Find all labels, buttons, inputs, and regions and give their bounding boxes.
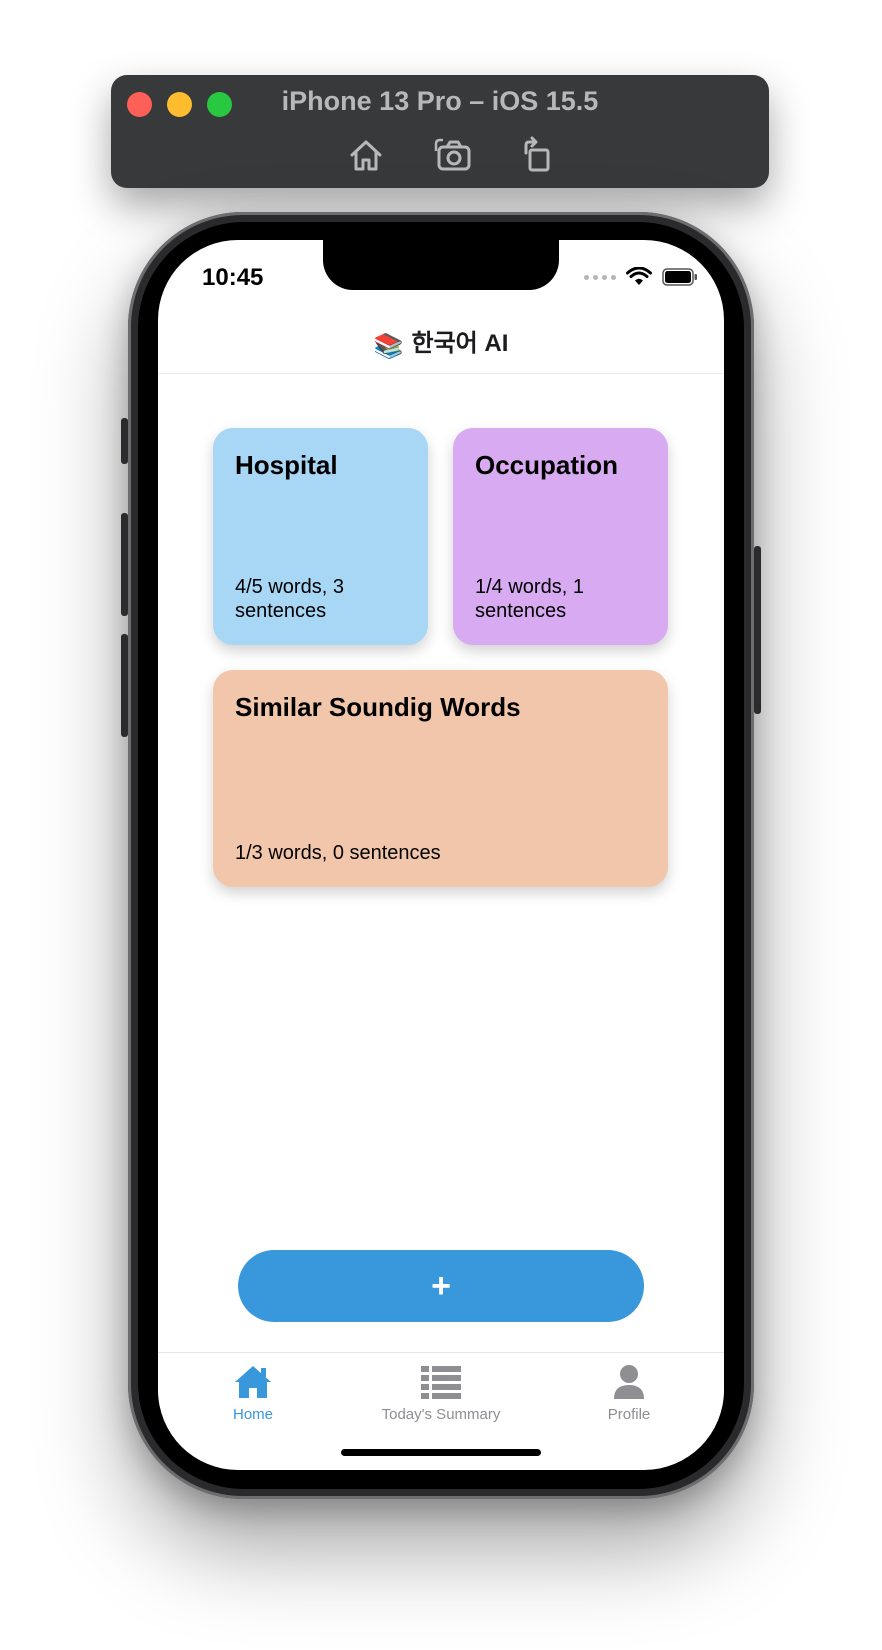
volume-up-button[interactable]	[121, 513, 128, 616]
card-progress: 1/3 words, 0 sentences	[235, 842, 441, 864]
card-title: Occupation	[475, 450, 619, 480]
device-screen: 10:45 📚 한국어 AI Hospital 4/5 words, 3 sent…	[158, 240, 724, 1470]
volume-down-button[interactable]	[121, 634, 128, 737]
tab-bar-divider	[158, 1352, 724, 1353]
books-icon: 📚	[373, 333, 404, 360]
deck-card-similar-sounding-words[interactable]: Similar Soundig Words 1/3 words, 0 sente…	[213, 670, 668, 887]
tab-home[interactable]: Home	[158, 1364, 348, 1423]
rotate-icon[interactable]	[517, 135, 557, 175]
home-icon	[235, 1366, 271, 1398]
status-time: 10:45	[202, 264, 264, 291]
deck-card-hospital[interactable]: Hospital 4/5 words, 3 sentences	[213, 428, 428, 645]
notch	[323, 240, 559, 290]
card-progress: 1/4 words, 1 sentences	[475, 576, 584, 622]
app-title: 한국어 AI	[411, 330, 509, 357]
status-icons	[584, 266, 698, 288]
simulator-title: iPhone 13 Pro – iOS 15.5	[281, 86, 599, 116]
home-icon[interactable]	[346, 135, 386, 175]
battery-icon	[662, 268, 697, 286]
card-title: Hospital	[235, 450, 338, 480]
tab-label: Today's Summary	[381, 1406, 501, 1423]
mute-switch[interactable]	[121, 418, 128, 464]
screenshot-icon[interactable]	[433, 135, 473, 175]
deck-card-occupation[interactable]: Occupation 1/4 words, 1 sentences	[453, 428, 668, 645]
profile-icon	[614, 1365, 644, 1399]
page-title: 📚 한국어 AI	[158, 323, 724, 361]
card-title: Similar Soundig Words	[235, 692, 521, 722]
cellular-dots-icon	[584, 274, 616, 280]
tab-label: Profile	[607, 1406, 651, 1423]
tab-label: Home	[232, 1406, 273, 1423]
add-deck-button[interactable]: +	[238, 1250, 644, 1322]
card-progress: 4/5 words, 3 sentences	[235, 576, 344, 622]
power-button[interactable]	[754, 546, 761, 714]
wifi-icon	[626, 267, 652, 285]
home-indicator	[341, 1449, 541, 1456]
tab-profile[interactable]: Profile	[534, 1364, 724, 1423]
header-divider	[158, 373, 724, 374]
list-icon	[421, 1366, 461, 1399]
tab-todays-summary[interactable]: Today's Summary	[346, 1364, 536, 1423]
